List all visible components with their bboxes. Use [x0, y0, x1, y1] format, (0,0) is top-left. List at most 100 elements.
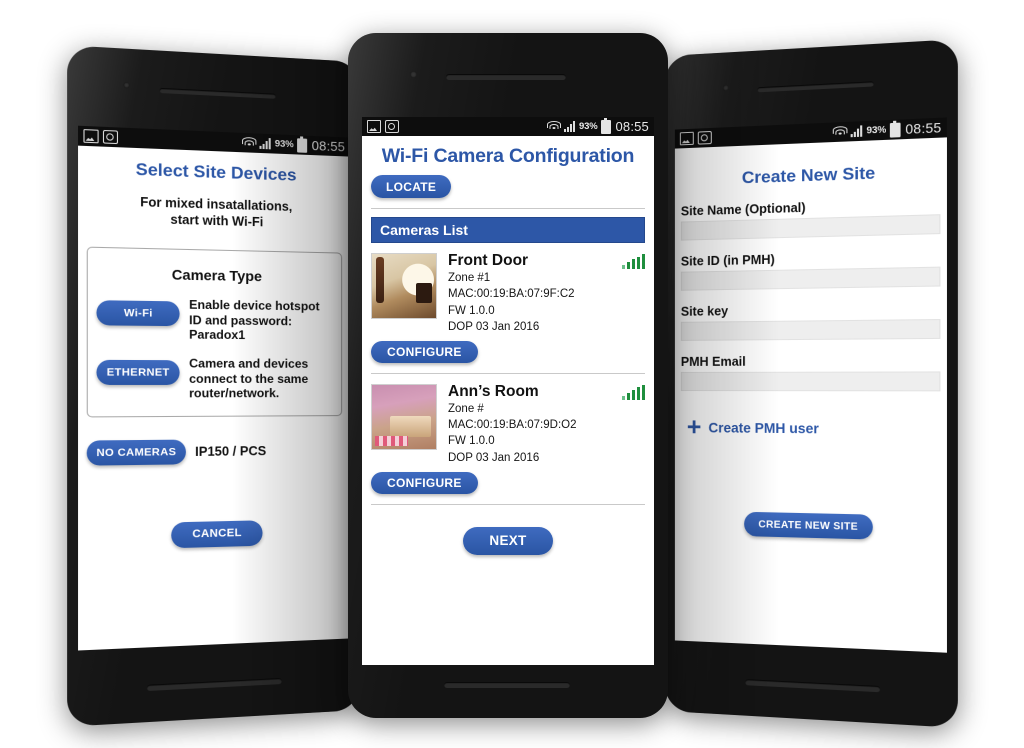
select-site-devices-screen: Select Site Devices For mixed insatallat… [78, 157, 351, 651]
camera-name: Front Door [448, 252, 529, 269]
cancel-button-row: CANCEL [78, 518, 350, 551]
living-room-thumbnail [371, 253, 437, 319]
create-new-site-button[interactable]: CREATE NEW SITE [744, 511, 873, 540]
status-bar-right-icons: 93% 08:55 [241, 135, 346, 155]
status-bar-clock: 08:55 [905, 119, 942, 137]
no-cameras-description: IP150 / PCS [195, 443, 267, 459]
front-camera-icon [410, 71, 417, 78]
battery-percent: 93% [579, 121, 598, 132]
divider-top [371, 208, 645, 209]
no-cameras-row: NO CAMERAS IP150 / PCS [86, 438, 342, 466]
screenshot-icon [102, 129, 119, 145]
create-pmh-user-link[interactable]: + Create PMH user [686, 413, 947, 443]
field-pmh-email-label: PMH Email [680, 354, 746, 369]
locate-button-row: LOCATE [371, 175, 654, 198]
create-pmh-user-label: Create PMH user [708, 420, 819, 437]
site-id-input[interactable] [680, 266, 941, 291]
screenshot-stage: 93% 08:55 Select Site Devices For mixed … [0, 0, 1024, 748]
bottom-speaker [444, 682, 570, 688]
wifi-icon [241, 136, 256, 149]
front-camera-icon [722, 84, 729, 92]
front-camera-icon [123, 81, 130, 89]
bottom-speaker [745, 679, 881, 693]
cellular-signal-icon [259, 138, 271, 150]
wifi-icon [832, 126, 847, 138]
camera-dop: DOP 03 Jan 2016 [448, 320, 540, 333]
camera-zone: Zone #1 [448, 272, 491, 285]
bottom-speaker [146, 677, 282, 692]
next-button[interactable]: NEXT [463, 526, 553, 555]
cellular-signal-icon [850, 125, 863, 138]
configure-button-row: CONFIGURE [371, 340, 645, 363]
camera-type-row-wifi: Wi-Fi Enable device hotspot ID and passw… [96, 296, 333, 343]
ethernet-button[interactable]: ETHERNET [96, 360, 180, 386]
wifi-button[interactable]: Wi-Fi [96, 300, 180, 327]
no-cameras-button[interactable]: NO CAMERAS [86, 439, 186, 466]
field-site-key-label: Site key [680, 304, 729, 319]
configure-button[interactable]: CONFIGURE [371, 471, 478, 494]
wifi-camera-configuration-screen: Wi-Fi Camera Configuration LOCATE Camera… [362, 145, 654, 665]
battery-icon [601, 117, 612, 134]
camera-type-heading: Camera Type [171, 266, 262, 285]
image-icon [679, 131, 694, 146]
list-item[interactable]: Front Door Zone #1 MAC:00:19:BA:07:9F:C2… [371, 252, 645, 363]
bedroom-thumbnail [371, 383, 437, 450]
battery-percent: 93% [866, 124, 887, 137]
field-site-name: Site Name (Optional) [680, 196, 941, 241]
camera-firmware: FW 1.0.0 [448, 435, 495, 448]
status-bar-right-icons: 93% 08:55 [546, 117, 649, 134]
cancel-button[interactable]: CANCEL [171, 519, 263, 548]
plus-icon: + [686, 413, 702, 442]
status-bar-left-icons [83, 129, 119, 145]
divider-between-cameras [371, 372, 645, 374]
camera-mac: MAC:00:19:BA:07:9D:O2 [448, 419, 577, 432]
camera-row-anns-room: Ann’s Room Zone # MAC:00:19:BA:07:9D:O2 … [371, 382, 645, 465]
battery-percent: 93% [274, 138, 294, 151]
field-site-id: Site ID (in PMH) [680, 249, 941, 291]
screenshot-icon [385, 120, 399, 133]
page-title: Wi-Fi Camera Configuration [381, 145, 635, 167]
phone-center-screen: 93% 08:55 Wi-Fi Camera Configuration LOC… [362, 117, 654, 665]
image-icon [83, 129, 99, 144]
cameras-list-header: Cameras List [371, 217, 645, 243]
status-bar-clock: 08:55 [311, 137, 346, 155]
camera-dop: DOP 03 Jan 2016 [448, 451, 540, 464]
site-name-input[interactable] [680, 214, 941, 241]
create-new-site-screen: Create New Site Site Name (Optional) Sit… [674, 160, 947, 653]
field-site-id-label: Site ID (in PMH) [680, 252, 775, 269]
camera-mac: MAC:00:19:BA:07:9F:C2 [448, 288, 575, 301]
battery-icon [297, 137, 308, 153]
pmh-email-input[interactable] [680, 371, 941, 392]
page-title: Create New Site [741, 163, 876, 188]
camera-name-row: Front Door [448, 252, 645, 269]
configure-button[interactable]: CONFIGURE [371, 340, 478, 363]
camera-type-row-ethernet: ETHERNET Camera and devices connect to t… [96, 356, 333, 401]
site-key-input[interactable] [680, 319, 941, 341]
wifi-icon [546, 121, 561, 132]
phone-left: 93% 08:55 Select Site Devices For mixed … [67, 45, 360, 727]
status-bar-left-icons [679, 130, 712, 146]
status-bar-center: 93% 08:55 [362, 117, 654, 136]
earpiece-speaker [159, 87, 276, 99]
locate-button[interactable]: LOCATE [371, 175, 452, 198]
status-bar-right-icons: 93% 08:55 [832, 119, 942, 140]
next-button-row: NEXT [362, 526, 654, 555]
list-item[interactable]: Ann’s Room Zone # MAC:00:19:BA:07:9D:O2 … [371, 382, 645, 494]
phone-center: 93% 08:55 Wi-Fi Camera Configuration LOC… [348, 33, 668, 718]
camera-name: Ann’s Room [448, 382, 539, 400]
phone-right: 93% 08:55 Create New Site Site Name (Opt… [665, 39, 958, 728]
image-icon [367, 120, 381, 133]
phone-right-screen: 93% 08:55 Create New Site Site Name (Opt… [674, 117, 947, 653]
camera-firmware: FW 1.0.0 [448, 304, 495, 317]
camera-name-row: Ann’s Room [448, 382, 645, 400]
battery-icon [890, 122, 902, 138]
create-new-site-button-row: CREATE NEW SITE [675, 510, 947, 541]
signal-strength-icon [621, 253, 645, 269]
cellular-signal-icon [564, 121, 576, 132]
screenshot-icon [697, 130, 712, 145]
camera-type-card: Camera Type Wi-Fi Enable device hotspot … [86, 246, 343, 418]
wifi-description: Enable device hotspot ID and password: P… [189, 297, 320, 343]
configure-button-row: CONFIGURE [371, 471, 645, 494]
camera-info: Front Door Zone #1 MAC:00:19:BA:07:9F:C2… [448, 252, 645, 334]
status-bar-left-icons [367, 120, 399, 133]
